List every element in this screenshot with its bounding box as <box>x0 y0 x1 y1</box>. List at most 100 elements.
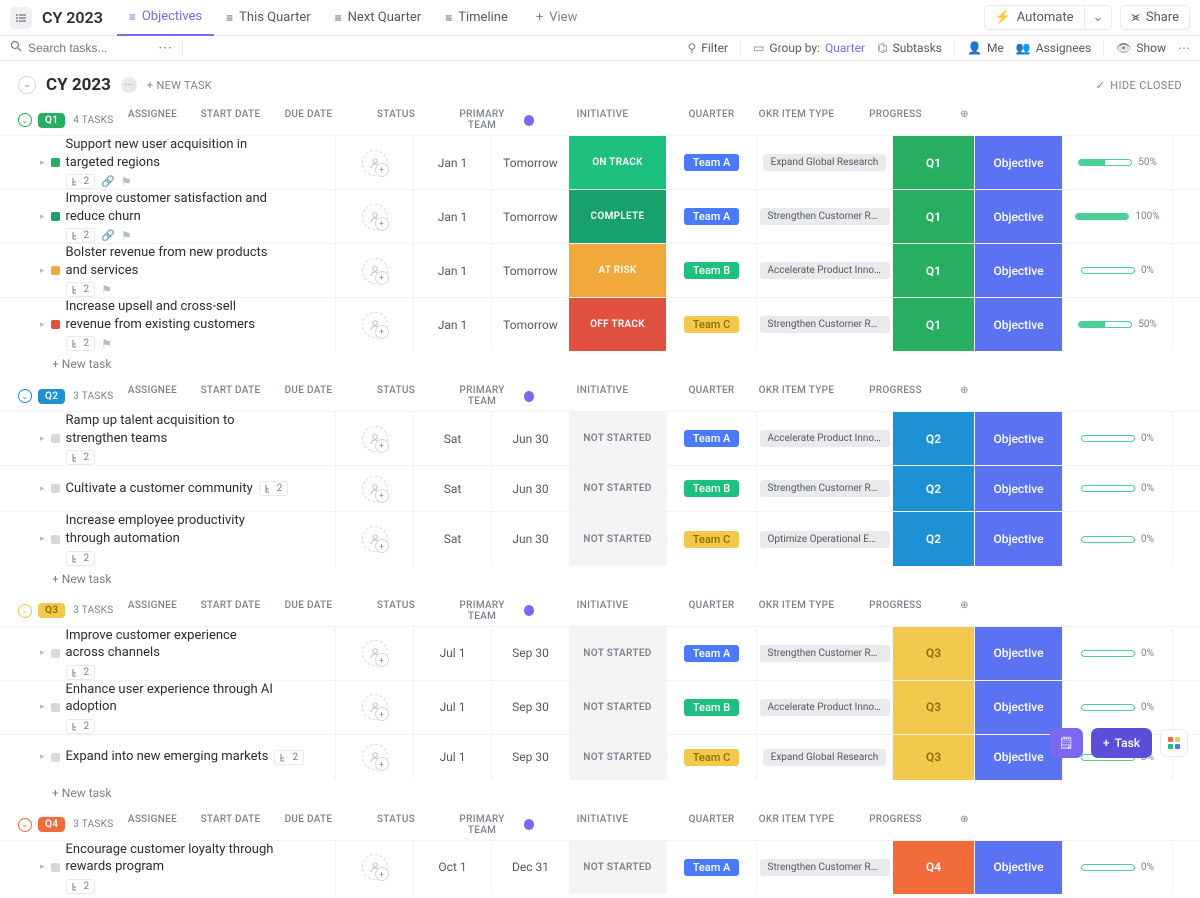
add-column-button[interactable]: ⊕ <box>950 109 978 131</box>
subtask-count[interactable]: 2 <box>66 228 96 243</box>
quarter-cell[interactable]: Q2 <box>892 412 974 465</box>
flag-icon[interactable]: ⚑ <box>101 337 112 351</box>
due-date-cell[interactable]: Tomorrow <box>491 244 569 297</box>
due-date-cell[interactable]: Jun 30 <box>491 412 569 465</box>
assignee-cell[interactable] <box>335 627 413 680</box>
team-chip[interactable]: Team C <box>684 749 740 766</box>
quarter-cell[interactable]: Q1 <box>892 244 974 297</box>
initiative-chip[interactable]: Strengthen Customer Retenti... <box>760 316 890 333</box>
okr-cell[interactable]: Objective <box>974 136 1062 189</box>
okr-cell[interactable]: Objective <box>974 412 1062 465</box>
progress-cell[interactable]: 0% <box>1062 512 1172 565</box>
initiative-cell[interactable]: Accelerate Product Innovation <box>756 681 892 734</box>
due-date-cell[interactable]: Tomorrow <box>491 190 569 243</box>
add-view-button[interactable]: + View <box>524 10 590 25</box>
start-date-cell[interactable]: Jul 1 <box>413 627 491 680</box>
task-title[interactable]: Encourage customer loyalty through rewar… <box>66 841 276 876</box>
col-assignee[interactable]: ASSIGNEE <box>113 385 191 407</box>
okr-cell[interactable]: Objective <box>974 681 1062 734</box>
progress-cell[interactable]: 0% <box>1062 466 1172 511</box>
status-cell[interactable]: NOT STARTED <box>569 466 666 511</box>
progress-cell[interactable]: 0% <box>1062 681 1172 734</box>
team-cell[interactable]: Team A <box>666 136 756 189</box>
collapse-all-button[interactable]: ⌄ <box>18 76 36 94</box>
due-date-cell[interactable]: Dec 31 <box>491 841 569 894</box>
apps-button[interactable] <box>1160 729 1188 757</box>
col-start-date[interactable]: START DATE <box>191 814 269 836</box>
add-column-button[interactable]: ⊕ <box>950 814 978 836</box>
filter-button[interactable]: ⚲Filter <box>687 41 728 55</box>
okr-cell[interactable]: Objective <box>974 627 1062 680</box>
subtask-count[interactable]: 2 <box>274 750 304 765</box>
due-date-cell[interactable]: Tomorrow <box>491 298 569 351</box>
col-primary-team[interactable]: PRIMARY TEAM <box>444 600 534 622</box>
assignee-cell[interactable] <box>335 412 413 465</box>
search-input[interactable] <box>28 41 148 55</box>
col-assignee[interactable]: ASSIGNEE <box>113 600 191 622</box>
flag-icon[interactable]: ⚑ <box>121 175 132 189</box>
task-title[interactable]: Support new user acquisition in targeted… <box>66 136 276 171</box>
initiative-cell[interactable]: Strengthen Customer Retenti... <box>756 627 892 680</box>
task-title[interactable]: Improve customer satisfaction and reduce… <box>66 190 276 225</box>
group-collapse-button[interactable]: ⌄ <box>18 604 32 618</box>
assign-avatar[interactable] <box>362 744 388 770</box>
assignee-cell[interactable] <box>335 466 413 511</box>
col-progress[interactable]: PROGRESS <box>840 814 950 836</box>
start-date-cell[interactable]: Jan 1 <box>413 190 491 243</box>
col-okr[interactable]: OKR ITEM TYPE <box>752 385 840 407</box>
team-chip[interactable]: Team A <box>684 154 740 171</box>
due-date-cell[interactable]: Sep 30 <box>491 627 569 680</box>
assignee-cell[interactable] <box>335 244 413 297</box>
quarter-cell[interactable]: Q3 <box>892 681 974 734</box>
quarter-cell[interactable]: Q4 <box>892 841 974 894</box>
hide-closed-button[interactable]: ✓ HIDE CLOSED <box>1096 79 1182 92</box>
group-badge[interactable]: Q1 <box>38 113 65 128</box>
assign-avatar[interactable] <box>362 526 388 552</box>
new-task-button[interactable]: + New task <box>147 79 212 92</box>
add-column-button[interactable]: ⊕ <box>950 600 978 622</box>
list-icon[interactable] <box>10 7 32 29</box>
progress-cell[interactable]: 50% <box>1062 136 1172 189</box>
initiative-chip[interactable]: Strengthen Customer Retenti... <box>760 480 890 497</box>
okr-cell[interactable]: Objective <box>974 512 1062 565</box>
group-collapse-button[interactable]: ⌄ <box>18 113 32 127</box>
col-status[interactable]: STATUS <box>347 600 444 622</box>
app-title[interactable]: CY 2023 <box>42 8 103 27</box>
expand-icon[interactable]: ▸ <box>40 320 45 330</box>
status-square[interactable] <box>51 863 60 872</box>
progress-cell[interactable]: 0% <box>1062 412 1172 465</box>
col-okr[interactable]: OKR ITEM TYPE <box>752 109 840 131</box>
col-progress[interactable]: PROGRESS <box>840 109 950 131</box>
info-icon[interactable]: ⋯ <box>121 77 137 93</box>
automate-button[interactable]: ⚡ Automate <box>984 5 1085 30</box>
quarter-cell[interactable]: Q1 <box>892 298 974 351</box>
initiative-chip[interactable]: Expand Global Research <box>763 749 887 766</box>
tab-this-quarter[interactable]: ≡This Quarter <box>214 0 322 36</box>
team-cell[interactable]: Team A <box>666 627 756 680</box>
team-chip[interactable]: Team B <box>684 699 739 716</box>
initiative-chip[interactable]: Optimize Operational Efficien... <box>760 531 890 548</box>
initiative-cell[interactable]: Strengthen Customer Retenti... <box>756 298 892 351</box>
assign-avatar[interactable] <box>362 476 388 502</box>
initiative-cell[interactable]: Accelerate Product Innovation <box>756 244 892 297</box>
col-status[interactable]: STATUS <box>347 385 444 407</box>
col-start-date[interactable]: START DATE <box>191 600 269 622</box>
start-date-cell[interactable]: Oct 1 <box>413 841 491 894</box>
col-quarter[interactable]: QUARTER <box>670 109 752 131</box>
status-square[interactable] <box>51 753 60 762</box>
status-square[interactable] <box>51 649 60 658</box>
search-options-icon[interactable]: ⋯ <box>154 40 176 56</box>
subtask-count[interactable]: 2 <box>66 879 96 894</box>
col-status[interactable]: STATUS <box>347 109 444 131</box>
tab-objectives[interactable]: ≡Objectives <box>117 0 214 36</box>
start-date-cell[interactable]: Jan 1 <box>413 136 491 189</box>
start-date-cell[interactable]: Jul 1 <box>413 735 491 780</box>
col-quarter[interactable]: QUARTER <box>670 385 752 407</box>
expand-icon[interactable]: ▸ <box>40 484 45 494</box>
initiative-chip[interactable]: Accelerate Product Innovation <box>760 430 890 447</box>
group-collapse-button[interactable]: ⌄ <box>18 818 32 832</box>
task-title[interactable]: Improve customer experience across chann… <box>66 627 276 662</box>
notepad-button[interactable]: 🗒 <box>1050 728 1083 758</box>
status-cell[interactable]: NOT STARTED <box>569 681 666 734</box>
col-okr[interactable]: OKR ITEM TYPE <box>752 600 840 622</box>
